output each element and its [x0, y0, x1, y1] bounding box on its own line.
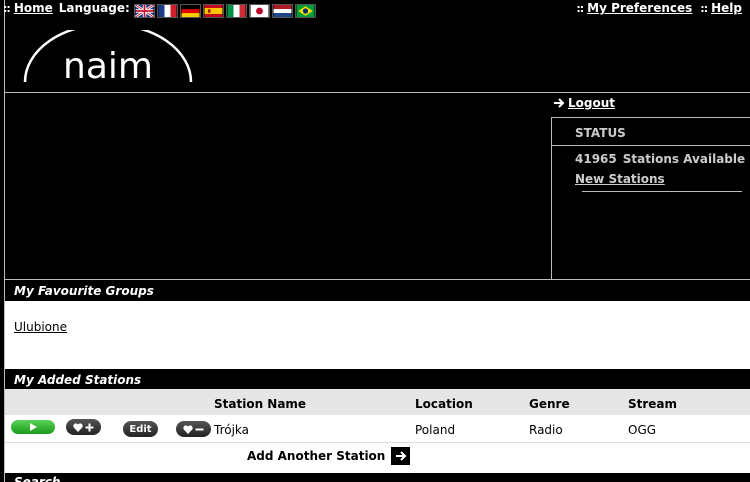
play-button[interactable]: [11, 420, 55, 434]
flag-japan-icon[interactable]: [248, 4, 270, 18]
station-location: Poland: [415, 423, 456, 437]
table-header: Station Name Location Genre Stream: [5, 389, 750, 415]
add-another-station[interactable]: Add Another Station: [247, 447, 411, 465]
column-station-name: Station Name: [214, 397, 307, 411]
flag-spain-icon[interactable]: [202, 4, 224, 18]
search-header: Search: [14, 475, 61, 482]
flag-germany-icon[interactable]: [179, 4, 201, 18]
flag-italy-icon[interactable]: [225, 4, 247, 18]
edit-button[interactable]: Edit: [123, 421, 158, 437]
logout-link[interactable]: Logout: [568, 96, 615, 110]
top-left-nav: :: Home Language:: [3, 0, 316, 18]
add-favourite-button[interactable]: [66, 419, 101, 435]
column-genre: Genre: [529, 397, 570, 411]
separator: ::: [700, 1, 708, 15]
help-link[interactable]: Help: [711, 1, 742, 15]
added-stations-panel: Station Name Location Genre Stream Edit …: [5, 389, 750, 473]
heart-icon: [73, 422, 83, 432]
favourite-groups-panel: Ulubione: [5, 301, 750, 370]
flag-netherlands-icon[interactable]: [271, 4, 293, 18]
flag-brazil-icon[interactable]: [294, 4, 316, 18]
stations-count-label: Stations Available: [622, 152, 746, 166]
arrow-right-icon: [395, 451, 407, 461]
arrow-right-icon: [554, 98, 565, 108]
plus-icon: [85, 423, 94, 431]
column-stream: Stream: [628, 397, 678, 411]
table-row: Edit Trójka Poland Radio OGG: [5, 417, 750, 443]
status-panel: STATUS 41965 Stations Available New Stati…: [551, 117, 750, 279]
add-another-station-label: Add Another Station: [247, 449, 386, 463]
play-icon: [30, 423, 37, 431]
column-location: Location: [415, 397, 473, 411]
flag-uk-icon[interactable]: [133, 4, 155, 18]
station-name: Trójka: [214, 423, 250, 437]
home-link[interactable]: Home: [14, 1, 53, 15]
stations-available: 41965 Stations Available: [575, 152, 745, 166]
favourite-groups-header: My Favourite Groups: [5, 280, 750, 302]
stations-count: 41965: [575, 152, 617, 166]
language-label: Language:: [58, 1, 130, 15]
flag-france-icon[interactable]: [156, 4, 178, 18]
separator: ::: [576, 1, 584, 15]
remove-favourite-button[interactable]: [176, 421, 211, 437]
status-title: STATUS: [575, 126, 626, 140]
station-genre: Radio: [529, 423, 563, 437]
heart-icon: [183, 424, 193, 434]
language-flags: [133, 4, 316, 18]
minus-icon: [195, 428, 204, 430]
my-preferences-link[interactable]: My Preferences: [587, 1, 692, 15]
status-divider-2: [582, 191, 742, 192]
logout-area: Logout: [553, 96, 615, 110]
new-stations-link[interactable]: New Stations: [575, 172, 665, 186]
top-bar: :: Home Language::: My Preferences:: H…: [3, 0, 746, 22]
add-station-arrow-button[interactable]: [391, 447, 411, 465]
favourite-group-link[interactable]: Ulubione: [14, 320, 67, 334]
logo-text: naim: [63, 46, 153, 84]
header-divider: [4, 92, 750, 93]
status-divider: [552, 145, 750, 146]
top-right-nav: :: My Preferences :: Help: [576, 0, 742, 16]
added-stations-header: My Added Stations: [5, 369, 750, 391]
separator: ::: [3, 1, 11, 15]
station-stream: OGG: [628, 423, 657, 437]
naim-logo: naim: [22, 22, 194, 87]
